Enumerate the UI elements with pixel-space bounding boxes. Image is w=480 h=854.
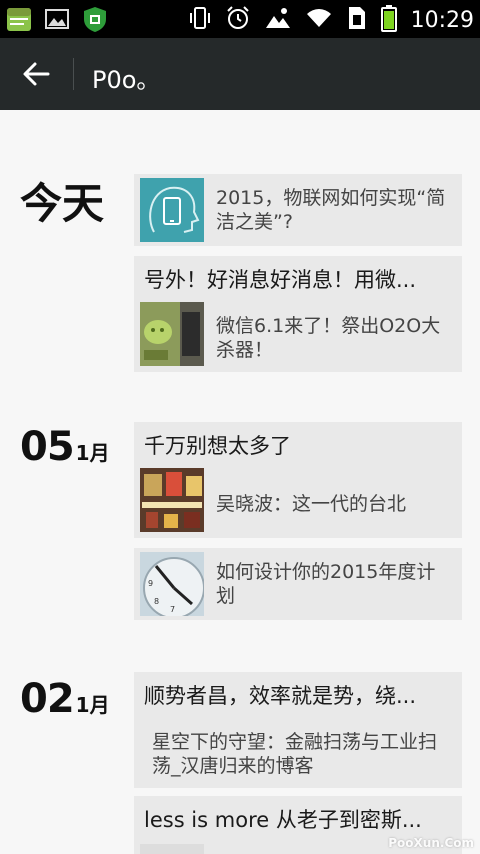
svg-text:9: 9 xyxy=(148,579,153,588)
security-shield-icon xyxy=(80,4,110,34)
article-title: 微信6.1来了！祭出O2O大杀器！ xyxy=(216,315,441,361)
article-thumbnail: 9 8 7 xyxy=(140,552,204,616)
date-label: 02 1月 xyxy=(20,676,110,722)
svg-text:7: 7 xyxy=(170,605,175,614)
page-title: P0o。 xyxy=(92,66,161,94)
date-day: 02 xyxy=(20,676,75,722)
article-card[interactable]: 顺势者昌，效率就是势，绕... 星空下的守望：金融扫荡与工业扫荡_汉唐归来的博客 xyxy=(134,672,462,788)
card-headline: 千万别想太多了 xyxy=(144,434,291,458)
gallery-icon xyxy=(42,4,72,34)
date-month: 1月 xyxy=(75,693,110,717)
article-thumbnail xyxy=(140,468,204,532)
photo-sync-icon xyxy=(265,6,291,34)
alarm-icon xyxy=(225,5,251,35)
sim-card-icon xyxy=(347,5,367,35)
card-headline: 号外！好消息好消息！用微... xyxy=(144,268,417,292)
status-bar: 10:29 xyxy=(0,0,480,38)
article-card[interactable]: 号外！好消息好消息！用微... 微信6.1来了！祭出O2O大杀器！ xyxy=(134,256,462,372)
article-card[interactable]: 千万别想太多了 吴晓波：这一代的台北 xyxy=(134,422,462,538)
article-thumbnail xyxy=(140,302,204,366)
wifi-icon xyxy=(305,7,333,33)
date-today: 今天 xyxy=(20,179,105,228)
article-title: 吴晓波：这一代的台北 xyxy=(216,493,407,515)
article-title: 星空下的守望：金融扫荡与工业扫荡_汉唐归来的博客 xyxy=(152,731,438,777)
date-label: 05 1月 xyxy=(20,424,110,470)
battery-icon xyxy=(380,4,397,36)
back-button[interactable] xyxy=(16,56,56,92)
article-title: 如何设计你的2015年度计划 xyxy=(216,561,436,607)
clock-time: 10:29 xyxy=(410,7,474,33)
watermark: PooXun.Com xyxy=(388,836,474,850)
article-title: 2015，物联网如何实现“简洁之美”? xyxy=(216,187,446,233)
card-headline: less is more 从老子到密斯... xyxy=(144,808,422,832)
title-divider xyxy=(73,58,74,90)
article-thumbnail xyxy=(140,178,204,242)
svg-text:8: 8 xyxy=(154,597,159,606)
date-month: 1月 xyxy=(75,441,110,465)
article-thumbnail xyxy=(140,844,204,854)
notes-app-icon xyxy=(4,4,34,34)
vibrate-icon xyxy=(189,5,211,35)
card-headline: 顺势者昌，效率就是势，绕... xyxy=(144,684,417,708)
article-card[interactable]: 9 8 7 如何设计你的2015年度计划 xyxy=(134,548,462,620)
article-card[interactable]: 2015，物联网如何实现“简洁之美”? xyxy=(134,174,462,246)
title-bar: P0o。 xyxy=(0,38,480,110)
back-arrow-icon xyxy=(23,62,50,86)
date-day: 05 xyxy=(20,424,75,470)
